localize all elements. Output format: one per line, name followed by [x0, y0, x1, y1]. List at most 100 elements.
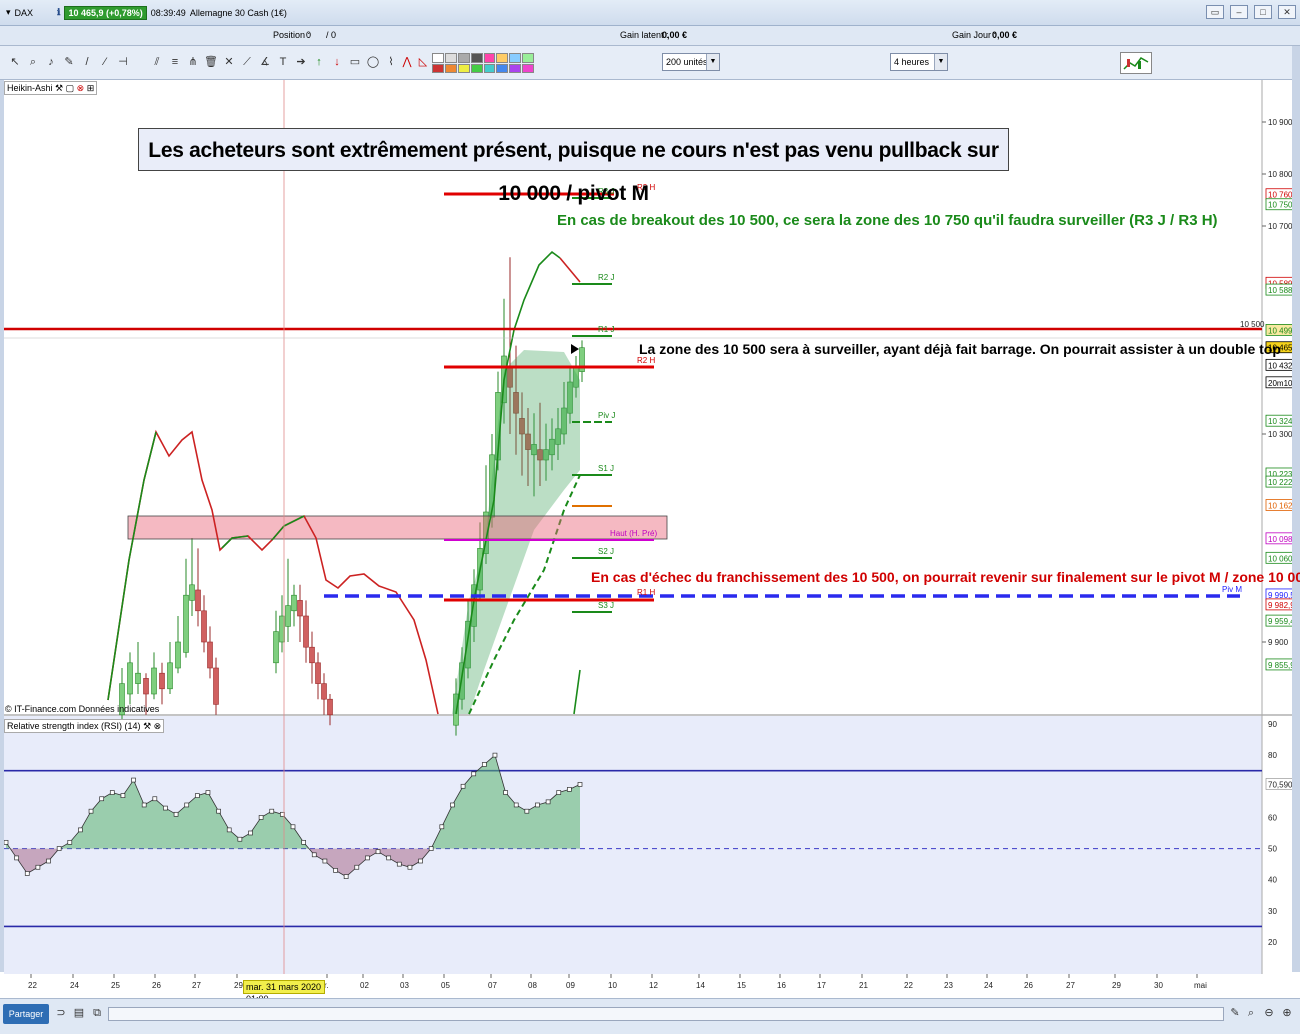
price-tick-label: 10 700 — [1268, 222, 1292, 231]
ellipse-icon[interactable]: ◯ — [366, 54, 380, 70]
arrow-down-icon[interactable]: ↓ — [330, 54, 344, 70]
rsi-point — [131, 777, 136, 783]
color-palette[interactable] — [432, 53, 534, 73]
maximize-icon[interactable]: □ — [1254, 5, 1272, 19]
rsi-point — [14, 855, 19, 861]
candle-body — [151, 667, 157, 695]
candle-body — [297, 600, 303, 617]
tool-icon: ⚒ — [143, 721, 152, 731]
candle-body — [127, 662, 133, 695]
zoom-out-icon[interactable]: ⊖ — [1262, 1005, 1276, 1021]
zoom-icon[interactable]: ⌕ — [26, 54, 40, 70]
triangle-icon[interactable]: ◺ — [416, 54, 430, 70]
measure-icon[interactable]: ⟋ — [240, 54, 254, 70]
date-label: 25 — [111, 981, 120, 990]
rsi-point — [35, 864, 41, 870]
timeframe-select[interactable]: 4 heures ▼ — [890, 53, 948, 71]
search-icon[interactable]: ⌕ — [1244, 1005, 1258, 1021]
price-tag-label: 9 982,9 — [1268, 601, 1292, 610]
pencil-icon[interactable]: ✎ — [62, 54, 76, 70]
units-select[interactable]: 200 unités ▼ — [662, 53, 720, 71]
restore-icon[interactable]: ▭ — [1206, 5, 1224, 19]
right-border — [1292, 46, 1300, 972]
rsi-tick-label: 70,590 — [1268, 780, 1292, 789]
s1j-label: S1 J — [598, 464, 614, 473]
pitchfork-icon[interactable]: ⋔ — [186, 54, 200, 70]
time-scrollbar[interactable] — [108, 1007, 1224, 1021]
pattern-icon[interactable]: ⋀ — [400, 54, 414, 70]
chart-type-label[interactable]: Heikin-Ashi ⚒ ▢ ⊗ ⊞ — [4, 81, 98, 95]
gain-jour-value: 0,00 € — [992, 30, 1018, 40]
rsi-tick-label: 20 — [1268, 938, 1277, 947]
arrow-up-icon[interactable]: ↑ — [312, 54, 326, 70]
rsi-tick-label: 30 — [1268, 907, 1277, 916]
rsi-tick-label: 60 — [1268, 813, 1277, 822]
rsi-label[interactable]: Relative strength index (RSI) (14) ⚒ ⊗ — [4, 719, 165, 733]
rsi-point — [269, 808, 275, 814]
price-tag-label: 10 588,3 — [1268, 286, 1292, 295]
arrow-right-icon[interactable]: ➔ — [294, 54, 308, 70]
price-tick-label: 10 800 — [1268, 170, 1292, 179]
symbol-label: DAX — [14, 7, 34, 18]
rsi-point — [386, 855, 392, 861]
horizontal-line-icon[interactable]: ⊣ — [116, 54, 130, 70]
polyline-icon[interactable]: ⌇ — [384, 54, 398, 70]
date-label: 26 — [152, 981, 161, 990]
angle-icon[interactable]: ∡ — [258, 54, 272, 70]
rsi-point — [173, 811, 179, 817]
fibonacci-icon[interactable]: ≡ — [168, 54, 182, 70]
rsi-point — [365, 855, 370, 861]
tools-icon[interactable]: ✕ — [222, 54, 236, 70]
s3j-label: S3 J — [598, 601, 614, 610]
ray-icon[interactable]: ⁄ — [98, 54, 112, 70]
rsi-point — [248, 830, 253, 836]
close-icon[interactable]: ✕ — [1278, 5, 1296, 19]
candle-body — [327, 698, 333, 716]
candle-body — [315, 662, 321, 684]
magnet-icon[interactable]: ⊃ — [54, 1005, 68, 1021]
candle-body — [183, 594, 189, 653]
candle-body — [285, 605, 291, 627]
candle-body — [291, 594, 297, 612]
date-label: 09 — [566, 981, 575, 990]
text-tool-icon[interactable]: T — [276, 54, 290, 70]
rsi-point — [450, 802, 455, 808]
drawing-toolbar: ↖ ⌕ ♪ ✎ / ⁄ ⊣ ⫽ ≡ ⋔ 🗑 ✕ ⟋ ∡ T ➔ ↑ ↓ ▭ ◯ … — [0, 46, 1300, 80]
minimize-icon[interactable]: – — [1230, 5, 1248, 19]
r1h-label: R1 H — [637, 588, 655, 597]
rectangle-icon[interactable]: ▭ — [348, 54, 362, 70]
date-label: 15 — [737, 981, 746, 990]
info-icon[interactable]: ℹ — [57, 7, 60, 18]
channel-icon[interactable]: ⫽ — [150, 54, 164, 70]
pen-icon[interactable]: ✎ — [1228, 1005, 1242, 1021]
trash-icon[interactable]: 🗑 — [204, 54, 218, 70]
price-tag-label: 10 222,9 — [1268, 478, 1292, 487]
r2j-label: R2 J — [598, 273, 614, 282]
date-label: 07 — [488, 981, 497, 990]
alert-bell-icon[interactable]: ♪ — [44, 54, 58, 70]
zone-10500-annotation: La zone des 10 500 sera à surveiller, ay… — [639, 341, 1281, 357]
close-icon: ⊗ — [153, 721, 162, 731]
line-icon[interactable]: / — [80, 54, 94, 70]
price-tag-label: 10 750,5 — [1268, 201, 1292, 210]
date-label: 10 — [608, 981, 617, 990]
candle-body — [207, 641, 213, 669]
zoom-in-icon[interactable]: ⊕ — [1280, 1005, 1294, 1021]
date-label: 30 — [1154, 981, 1163, 990]
share-button[interactable]: Partager — [3, 1004, 49, 1024]
rsi-point — [184, 802, 190, 808]
price-tag-label: 10 324,6 — [1268, 417, 1292, 426]
copy-icon[interactable]: ⧉ — [90, 1005, 104, 1021]
chart-menu-icon[interactable]: ▾ — [6, 7, 11, 18]
date-label: 24 — [70, 981, 79, 990]
chart-type-icon[interactable] — [1120, 52, 1152, 74]
pointer-icon[interactable]: ↖ — [8, 54, 22, 70]
position-sep: / 0 — [326, 30, 337, 40]
date-label: 12 — [649, 981, 658, 990]
date-label: 22 — [904, 981, 913, 990]
rsi-point — [194, 793, 200, 798]
rsi-point — [56, 846, 62, 851]
date-label: mai — [1194, 981, 1207, 990]
layers-icon[interactable]: ▤ — [72, 1005, 86, 1021]
date-label: 26 — [1024, 981, 1033, 990]
